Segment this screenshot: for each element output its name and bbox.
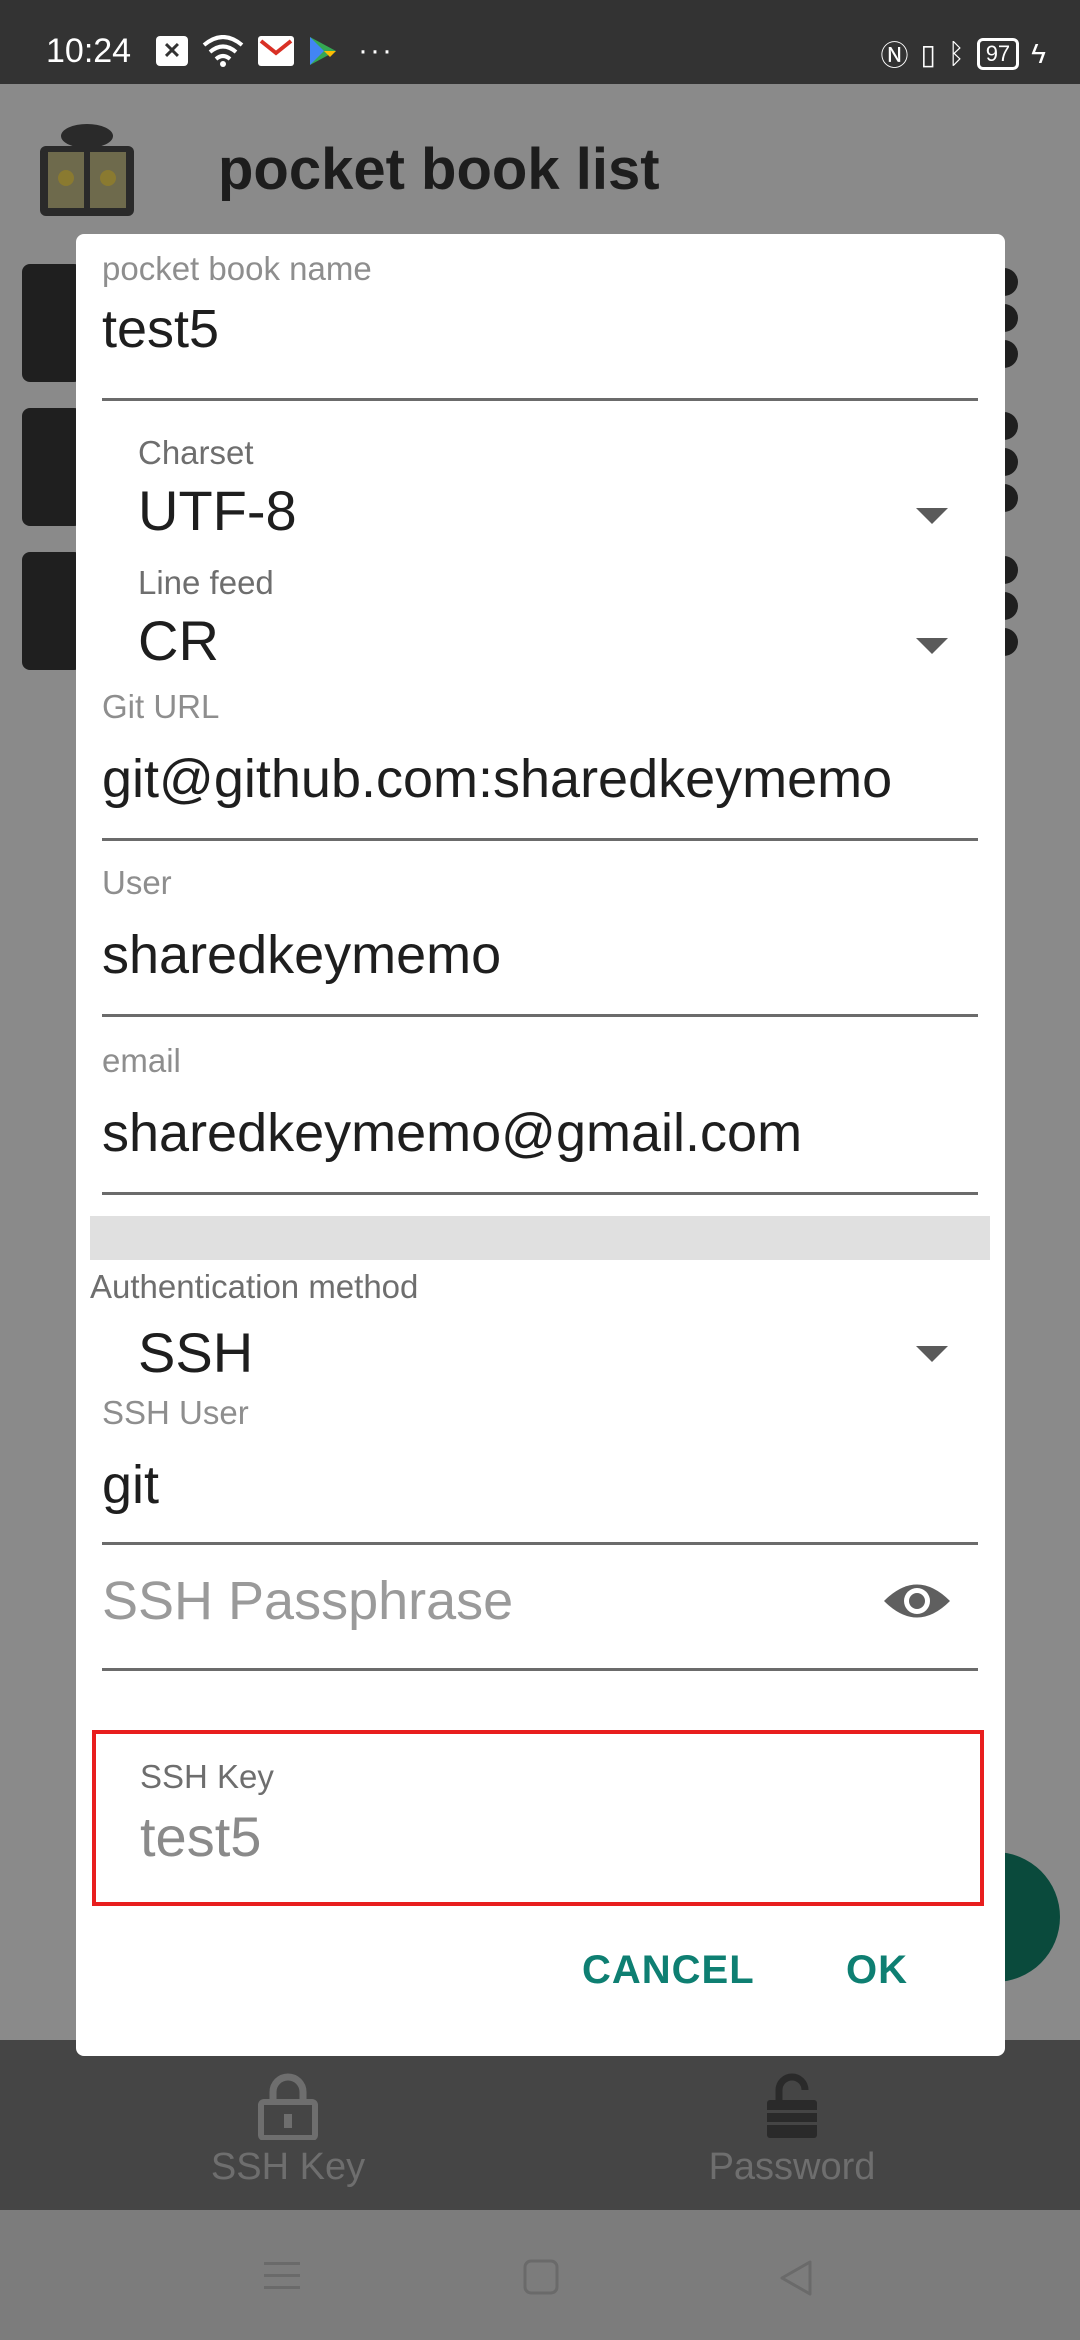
cancel-button[interactable]: CANCEL xyxy=(582,1948,755,1993)
app-title: pocket book list xyxy=(218,137,660,202)
more-notifications-icon: ··· xyxy=(358,34,394,67)
ok-button[interactable]: OK xyxy=(846,1948,908,1993)
nav-item-password[interactable]: Password xyxy=(672,2070,912,2189)
battery-icon: 97 xyxy=(976,38,1020,70)
ssh-key-field[interactable]: SSH Key test5 xyxy=(92,1730,984,1906)
charset-spinner[interactable]: Charset UTF-8 xyxy=(138,434,978,543)
lock-icon xyxy=(258,2073,318,2140)
email-underline xyxy=(102,1192,978,1195)
nav-item-ssh-key[interactable]: SSH Key xyxy=(168,2070,408,2189)
ssh-passphrase-input[interactable]: SSH Passphrase xyxy=(102,1570,978,1632)
line-feed-label: Line feed xyxy=(138,564,274,601)
email-input[interactable]: sharedkeymemo@gmail.com xyxy=(102,1102,978,1164)
user-input[interactable]: sharedkeymemo xyxy=(102,924,978,986)
charging-icon: ϟ xyxy=(1031,38,1046,69)
auth-method-label: Authentication method xyxy=(90,1268,419,1305)
git-url-underline xyxy=(102,838,978,841)
book-name-label: pocket book name xyxy=(102,250,372,287)
menu-icon[interactable] xyxy=(262,2258,302,2294)
nav-label-password: Password xyxy=(708,2146,876,2188)
ssh-user-underline xyxy=(102,1542,978,1545)
charset-label: Charset xyxy=(138,434,254,471)
section-divider xyxy=(90,1216,990,1260)
nfc-icon: Ⓝ xyxy=(880,40,909,71)
ssh-passphrase-field[interactable]: SSH Passphrase xyxy=(102,1570,978,1671)
dropdown-caret-icon xyxy=(916,508,948,524)
edit-pocket-book-dialog: pocket book name test5 Charset UTF-8 Lin… xyxy=(76,234,1005,2056)
email-label: email xyxy=(102,1042,181,1079)
play-store-icon xyxy=(310,37,336,65)
line-feed-value: CR xyxy=(138,609,219,672)
bluetooth-icon: ᛒ xyxy=(947,38,965,69)
status-time: 10:24 xyxy=(46,32,132,70)
vibrate-icon: ▯ xyxy=(920,38,936,70)
unlock-icon xyxy=(767,2073,817,2138)
auth-method-value: SSH xyxy=(138,1321,254,1384)
user-label: User xyxy=(102,864,172,901)
ssh-user-input[interactable]: git xyxy=(102,1454,978,1516)
email-field[interactable]: email sharedkeymemo@gmail.com xyxy=(102,1042,978,1195)
git-url-field[interactable]: Git URL git@github.com:sharedkeymemo xyxy=(102,688,978,841)
book-card[interactable] xyxy=(22,264,82,382)
home-icon[interactable] xyxy=(522,2258,560,2296)
book-card[interactable] xyxy=(22,552,82,670)
line-feed-spinner[interactable]: Line feed CR xyxy=(138,564,978,673)
git-url-label: Git URL xyxy=(102,688,220,725)
book-name-field[interactable]: pocket book name test5 xyxy=(102,250,978,401)
book-name-underline xyxy=(102,398,978,401)
back-icon[interactable] xyxy=(778,2258,814,2298)
auth-method-spinner[interactable]: SSH xyxy=(138,1314,978,1385)
notification-x-icon: ✕ xyxy=(156,36,188,66)
user-underline xyxy=(102,1014,978,1017)
status-bar: 10:24 ✕ ··· Ⓝ ▯ ᛒ 97 ϟ xyxy=(0,0,1080,84)
book-lock-icon xyxy=(40,124,134,216)
ssh-user-field[interactable]: SSH User git xyxy=(102,1394,978,1545)
ssh-key-label: SSH Key xyxy=(140,1758,274,1795)
wifi-icon xyxy=(202,35,244,67)
dropdown-caret-icon xyxy=(916,1346,948,1362)
ssh-user-label: SSH User xyxy=(102,1394,249,1431)
bottom-navigation: SSH Key Password xyxy=(0,2040,1080,2210)
git-url-input[interactable]: git@github.com:sharedkeymemo xyxy=(102,748,978,810)
charset-value: UTF-8 xyxy=(138,479,297,542)
ssh-key-value[interactable]: test5 xyxy=(140,1804,261,1869)
book-card[interactable] xyxy=(22,408,82,526)
system-icons: Ⓝ ▯ ᛒ 97 ϟ xyxy=(880,34,1046,74)
ssh-passphrase-underline xyxy=(102,1668,978,1671)
gmail-icon xyxy=(258,36,294,66)
dropdown-caret-icon xyxy=(916,638,948,654)
user-field[interactable]: User sharedkeymemo xyxy=(102,864,978,1017)
system-navigation-bar xyxy=(0,2210,1080,2340)
nav-label-ssh-key: SSH Key xyxy=(210,2146,366,2188)
notification-icons: ✕ ··· xyxy=(156,34,394,68)
book-name-input[interactable]: test5 xyxy=(102,298,978,360)
eye-icon[interactable] xyxy=(882,1576,952,1626)
